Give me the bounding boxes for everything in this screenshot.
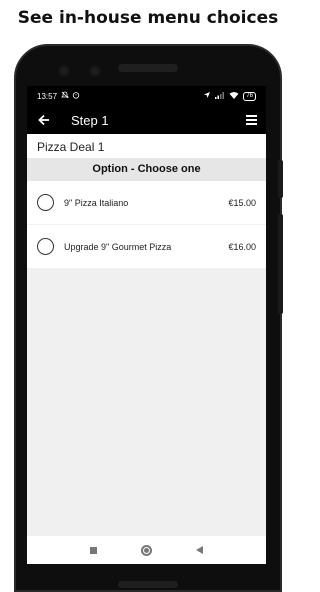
- status-right-icons: 76: [203, 91, 256, 101]
- home-circle-icon[interactable]: [141, 544, 152, 556]
- hamburger-menu-button[interactable]: [236, 106, 266, 134]
- alarm-icon: [72, 91, 80, 101]
- front-sensor: [89, 65, 101, 77]
- option-row[interactable]: Upgrade 9" Gourmet Pizza €16.00: [27, 225, 266, 269]
- wifi-icon: [229, 91, 239, 101]
- arrow-left-icon: [38, 114, 49, 126]
- recents-square-icon[interactable]: [90, 546, 97, 554]
- promo-headline: See in-house menu choices: [17, 8, 279, 28]
- phone-power-button: [278, 160, 283, 198]
- option-price: €15.00: [228, 197, 256, 208]
- battery-icon: 76: [243, 91, 256, 101]
- earpiece-speaker: [118, 64, 178, 72]
- back-button[interactable]: [29, 106, 59, 134]
- deal-title: Pizza Deal 1: [27, 134, 266, 158]
- front-camera: [58, 65, 70, 77]
- status-left-icons: [61, 91, 80, 101]
- radio-button[interactable]: [37, 238, 54, 255]
- option-name: Upgrade 9" Gourmet Pizza: [64, 241, 172, 252]
- hamburger-menu-icon: [245, 115, 257, 117]
- app-bar: Step 1: [27, 106, 266, 134]
- options-list: 9" Pizza Italiano €15.00 Upgrade 9" Gour…: [27, 181, 266, 269]
- option-row[interactable]: 9" Pizza Italiano €15.00: [27, 181, 266, 225]
- status-time: 13:57: [37, 91, 58, 101]
- status-bar: 13:57 76: [27, 86, 266, 106]
- phone-screen: 13:57 76 Step 1 Pizza Deal 1 Option - Ch…: [27, 86, 266, 564]
- hamburger-menu-icon-line: [245, 119, 257, 121]
- system-nav-bar: [27, 536, 266, 564]
- phone-volume-button: [278, 214, 283, 314]
- radio-button[interactable]: [37, 194, 54, 211]
- bottom-speaker: [118, 581, 178, 588]
- section-header: Option - Choose one: [27, 158, 266, 181]
- page-title: Step 1: [71, 112, 109, 128]
- option-price: €16.00: [228, 241, 256, 252]
- home-circle-dot: [144, 547, 149, 553]
- signal-icon: [215, 91, 225, 101]
- hamburger-menu-icon-line: [245, 123, 257, 125]
- notification-muted-icon: [61, 91, 69, 101]
- back-triangle-icon[interactable]: [196, 546, 203, 554]
- location-icon: [203, 91, 211, 101]
- option-name: 9" Pizza Italiano: [64, 197, 129, 208]
